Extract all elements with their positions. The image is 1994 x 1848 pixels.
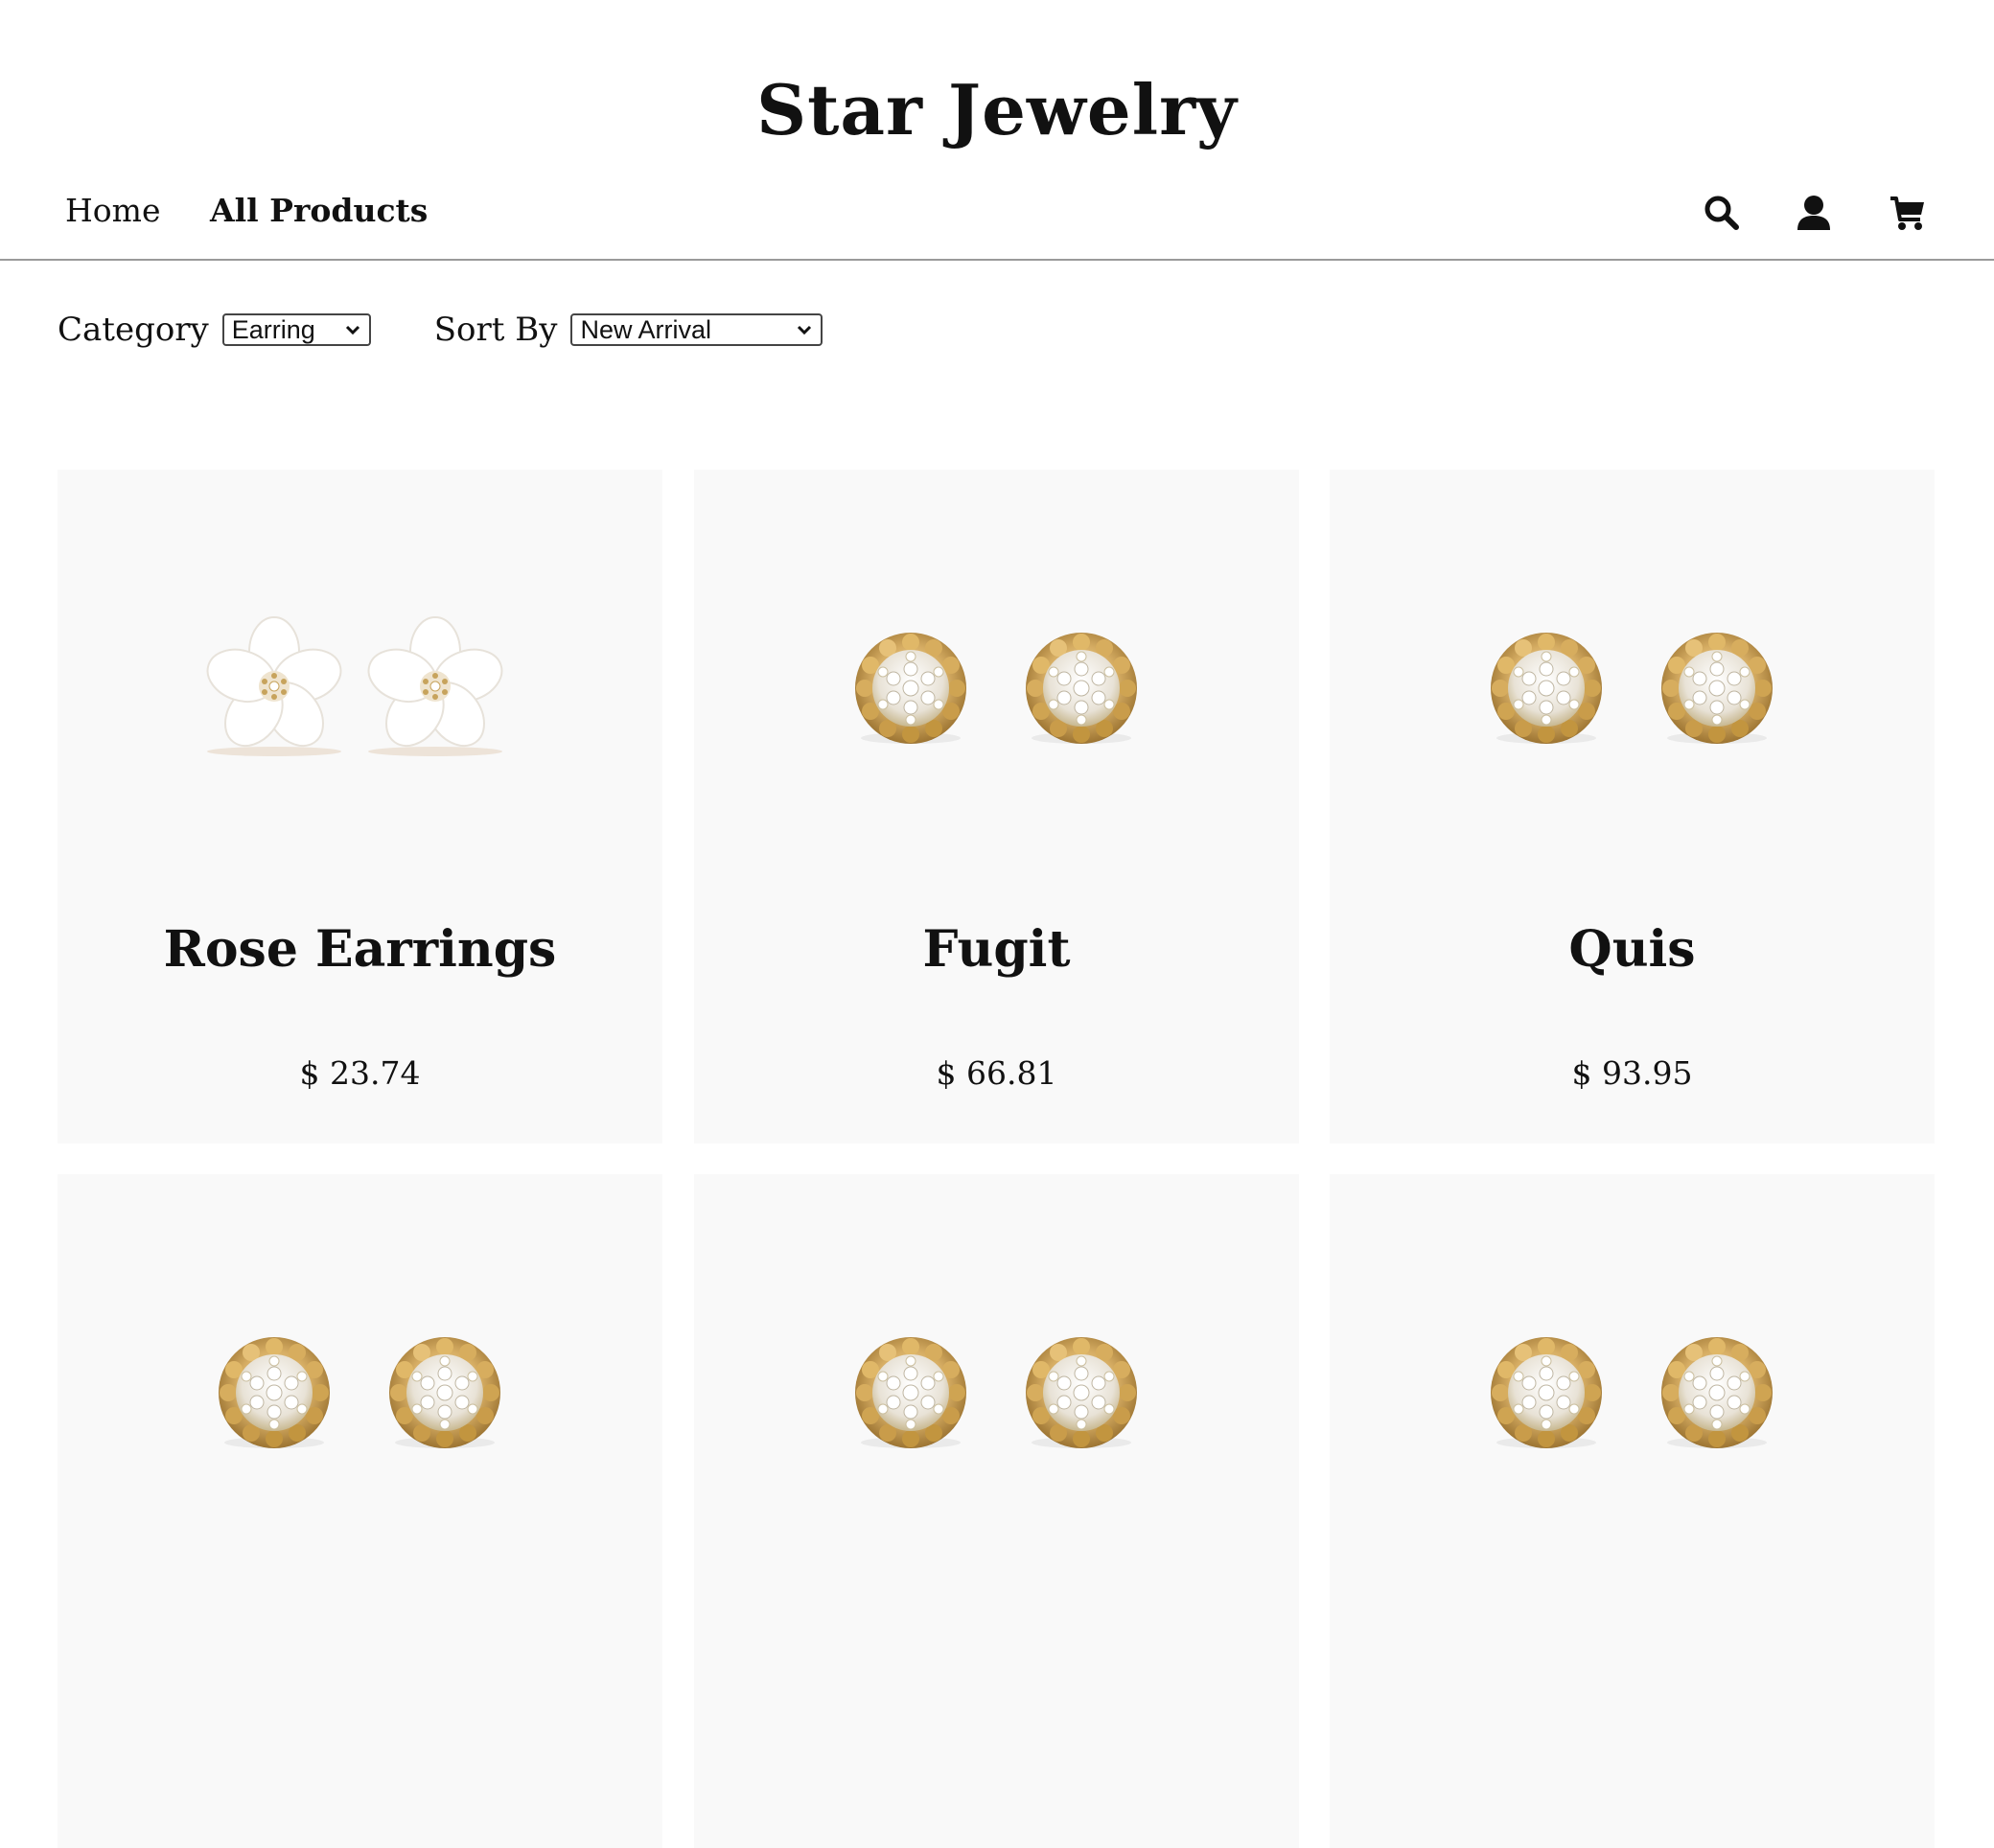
gold-diamond-earrings-image [218,1336,500,1449]
product-name[interactable]: Fugit [694,920,1299,979]
product-image[interactable] [1330,1174,1935,1615]
product-card[interactable] [694,1174,1299,1848]
search-icon[interactable] [1699,190,1745,236]
gold-diamond-earrings-image [1490,632,1773,745]
product-price: $ 93.95 [1571,1054,1693,1092]
product-image[interactable] [694,470,1299,911]
product-image[interactable] [58,470,662,911]
chevron-down-icon [798,325,812,335]
chevron-down-icon [345,325,359,335]
cart-icon[interactable] [1885,190,1931,236]
sort-selected-value: New Arrival [580,314,711,344]
category-select[interactable]: Earring [221,313,371,346]
flower-earrings-image [198,616,510,758]
gold-diamond-earrings-image [854,632,1137,745]
product-card[interactable] [58,1174,662,1848]
product-card[interactable] [1330,1174,1935,1848]
product-image[interactable] [1330,470,1935,911]
filter-bar: Category Earring Sort By New Arrival [58,307,823,353]
site-header: Star Jewelry Home All Products [0,0,1994,261]
nav-all-products-link[interactable]: All Products [210,190,428,232]
product-card[interactable]: Fugit $ 66.81 [694,470,1299,1143]
sort-by-label: Sort By [433,311,558,349]
product-image[interactable] [58,1174,662,1615]
search-icon-glyph [1704,196,1739,230]
sort-by-select[interactable]: New Arrival [570,313,823,346]
site-title[interactable]: Star Jewelry [0,69,1994,150]
gold-diamond-earrings-image [1490,1336,1773,1449]
product-card[interactable]: Quis $ 93.95 [1330,470,1935,1143]
product-card[interactable]: Rose Earrings $ 23.74 [58,470,662,1143]
product-name[interactable]: Rose Earrings [58,920,662,979]
user-icon-glyph [1797,196,1830,230]
product-image[interactable] [694,1174,1299,1615]
product-name[interactable]: Quis [1330,920,1935,979]
shopping-cart-icon-glyph [1890,196,1924,230]
category-label: Category [58,311,209,349]
product-price: $ 23.74 [299,1054,421,1092]
account-icon[interactable] [1791,190,1837,236]
gold-diamond-earrings-image [854,1336,1137,1449]
category-selected-value: Earring [231,314,315,344]
nav-home-link[interactable]: Home [65,190,160,232]
product-price: $ 66.81 [936,1054,1057,1092]
